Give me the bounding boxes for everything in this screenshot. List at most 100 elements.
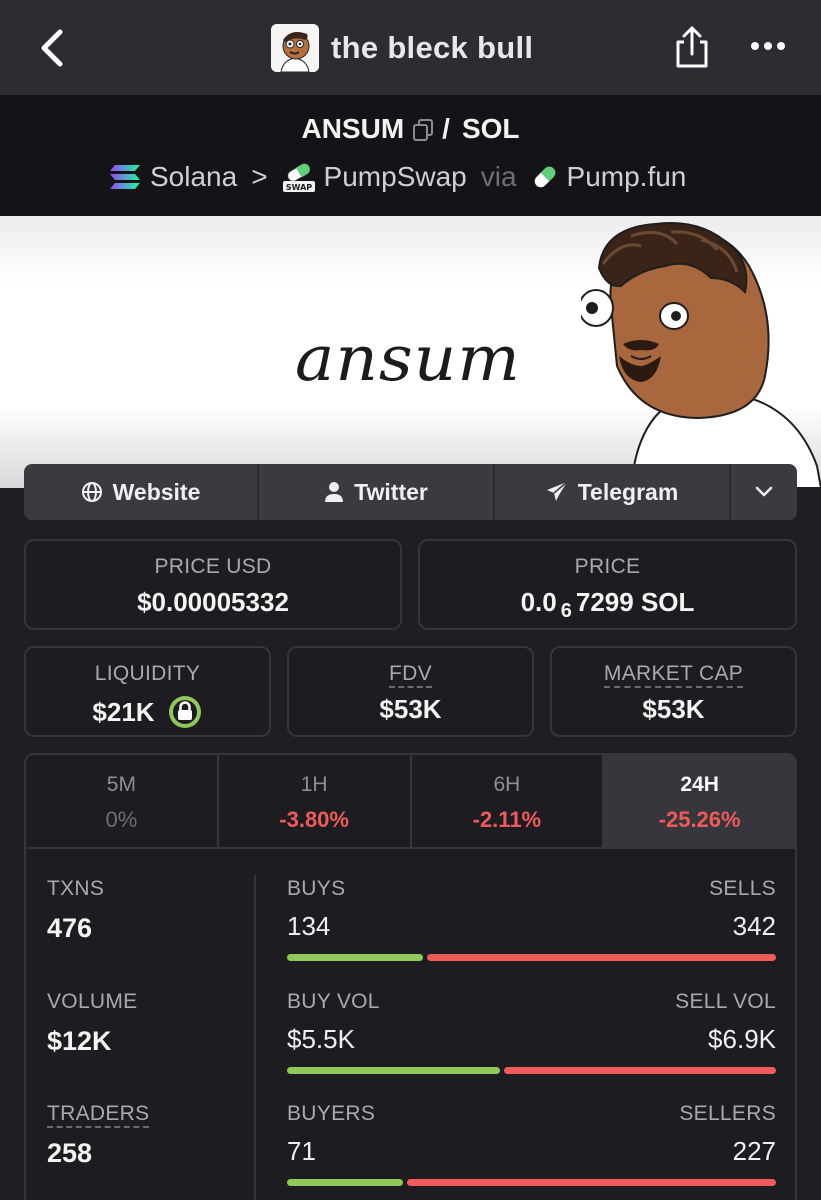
buy-vol-value: $5.5K bbox=[287, 1024, 355, 1054]
buyers-label: BUYERS bbox=[287, 1102, 376, 1125]
volume-label: VOLUME bbox=[47, 990, 138, 1013]
price-native-value: 0.0 6 7299 SOL bbox=[420, 587, 795, 622]
chevron-right-icon: > bbox=[251, 161, 268, 192]
dex-link[interactable]: SWAP PumpSwap bbox=[282, 161, 467, 193]
tab-1h[interactable]: 1H -3.80% bbox=[219, 755, 412, 847]
chain-name: Solana bbox=[150, 161, 238, 192]
svg-text:SWAP: SWAP bbox=[285, 183, 311, 192]
market-cap-value: $53K bbox=[642, 694, 705, 724]
sell-vol-value: $6.9K bbox=[708, 1024, 776, 1054]
page-title: the bleck bull bbox=[331, 30, 534, 65]
globe-icon bbox=[81, 482, 102, 502]
via-label: via bbox=[480, 161, 517, 192]
buy-vol-bar-fill bbox=[287, 1067, 500, 1074]
more-horizontal-icon bbox=[751, 42, 785, 50]
tab-24h[interactable]: 24H -25.26% bbox=[604, 755, 795, 847]
chevron-left-icon bbox=[41, 29, 63, 67]
tab-6h[interactable]: 6H -2.11% bbox=[412, 755, 605, 847]
more-links-button[interactable] bbox=[731, 464, 797, 520]
liquidity-value: $21K bbox=[92, 696, 155, 727]
buy-vol-label: BUY VOL bbox=[287, 990, 380, 1013]
sell-vol-bar-fill bbox=[504, 1067, 776, 1074]
share-button[interactable] bbox=[672, 24, 712, 70]
pumpswap-icon: SWAP bbox=[282, 163, 315, 192]
tab-24h-label: 24H bbox=[680, 773, 719, 796]
price-native-prefix: 0.0 bbox=[520, 587, 557, 617]
tab-6h-label: 6H bbox=[493, 773, 521, 796]
chevron-down-icon bbox=[755, 486, 773, 497]
pair-separator: / bbox=[442, 113, 450, 144]
telegram-button[interactable]: Telegram bbox=[495, 464, 731, 520]
share-icon bbox=[676, 26, 708, 68]
price-native-box: PRICE 0.0 6 7299 SOL bbox=[418, 539, 797, 630]
launchpad-link[interactable]: Pump.fun bbox=[531, 161, 687, 193]
timeframe-tabs: 5M 0% 1H -3.80% 6H -2.11% 24H -25.26% bbox=[26, 755, 795, 849]
user-icon bbox=[325, 482, 344, 502]
market-cap-label[interactable]: MARKET CAP bbox=[603, 662, 744, 688]
price-native-label: PRICE bbox=[574, 555, 641, 578]
sell-vol-label: SELL VOL bbox=[675, 990, 776, 1013]
back-button[interactable] bbox=[36, 28, 70, 68]
mascot-illustration bbox=[581, 221, 821, 488]
price-usd-value: $0.00005332 bbox=[137, 587, 289, 617]
pair-header: ANSUM / SOL Solana > SWAP PumpSwap via P… bbox=[0, 95, 821, 216]
sellers-label: SELLERS bbox=[679, 1102, 776, 1125]
solana-icon bbox=[110, 165, 140, 189]
buys-label: BUYS bbox=[287, 877, 346, 900]
column-divider bbox=[254, 875, 256, 1200]
twitter-button[interactable]: Twitter bbox=[259, 464, 495, 520]
fdv-value: $53K bbox=[379, 694, 442, 724]
sellers-bar-fill bbox=[407, 1179, 776, 1186]
header-title-group[interactable]: the bleck bull bbox=[271, 24, 533, 72]
tab-5m[interactable]: 5M 0% bbox=[26, 755, 219, 847]
volume-split-bar bbox=[287, 1067, 776, 1074]
top-bar: the bleck bull bbox=[0, 0, 821, 95]
txns-label: TXNS bbox=[47, 877, 105, 900]
base-symbol: ANSUM bbox=[301, 113, 405, 144]
price-native-digits: 7299 SOL bbox=[575, 587, 695, 617]
sellers-value: 227 bbox=[732, 1136, 776, 1166]
traders-value: 258 bbox=[47, 1138, 93, 1168]
buys-sells-bar bbox=[287, 954, 776, 961]
pair-title: ANSUM / SOL bbox=[0, 113, 821, 145]
liquidity-box: LIQUIDITY $21K bbox=[24, 646, 271, 737]
traders-label[interactable]: TRADERS bbox=[47, 1102, 150, 1128]
market-cap-box: MARKET CAP $53K bbox=[550, 646, 797, 737]
launchpad-name: Pump.fun bbox=[566, 161, 687, 192]
tab-1h-change: -3.80% bbox=[279, 807, 349, 832]
lock-icon[interactable] bbox=[167, 694, 203, 730]
tab-24h-change: -25.26% bbox=[658, 807, 741, 832]
liquidity-label: LIQUIDITY bbox=[94, 662, 201, 685]
token-banner: ansum bbox=[0, 216, 821, 488]
telegram-label: Telegram bbox=[577, 478, 679, 505]
tab-6h-change: -2.11% bbox=[472, 807, 542, 832]
traders-stat: TRADERS 258 bbox=[47, 1102, 150, 1169]
dex-name: PumpSwap bbox=[323, 161, 467, 192]
fdv-label[interactable]: FDV bbox=[389, 662, 432, 688]
social-links: Website Twitter Telegram bbox=[24, 464, 797, 520]
website-button[interactable]: Website bbox=[24, 464, 259, 520]
quote-symbol: SOL bbox=[461, 113, 520, 144]
buys-bar-fill bbox=[287, 954, 423, 961]
buys-sells-row: BUYS SELLS 134 342 bbox=[287, 877, 776, 961]
chain-link[interactable]: Solana bbox=[108, 161, 237, 193]
stats-card: 5M 0% 1H -3.80% 6H -2.11% 24H -25.26% TX… bbox=[24, 753, 797, 1200]
breadcrumb: Solana > SWAP PumpSwap via Pump.fun bbox=[108, 157, 686, 197]
banner-title: ansum bbox=[295, 321, 521, 396]
price-native-zero-count: 6 bbox=[560, 600, 572, 622]
buys-value: 134 bbox=[287, 911, 331, 941]
volume-stat: VOLUME $12K bbox=[47, 990, 138, 1057]
buyers-bar-fill bbox=[287, 1179, 403, 1186]
buyers-value: 71 bbox=[287, 1136, 316, 1166]
fdv-box: FDV $53K bbox=[287, 646, 534, 737]
sells-label: SELLS bbox=[709, 877, 776, 900]
paper-plane-icon bbox=[546, 481, 568, 501]
more-options-button[interactable] bbox=[748, 36, 788, 56]
sells-bar-fill bbox=[427, 954, 776, 961]
twitter-label: Twitter bbox=[354, 478, 428, 505]
pumpfun-icon bbox=[534, 166, 555, 188]
liquidity-value-row: $21K bbox=[26, 694, 269, 730]
volume-value: $12K bbox=[47, 1026, 112, 1056]
traders-split-row: BUYERS SELLERS 71 227 bbox=[287, 1102, 776, 1186]
copy-icon[interactable] bbox=[412, 117, 434, 141]
